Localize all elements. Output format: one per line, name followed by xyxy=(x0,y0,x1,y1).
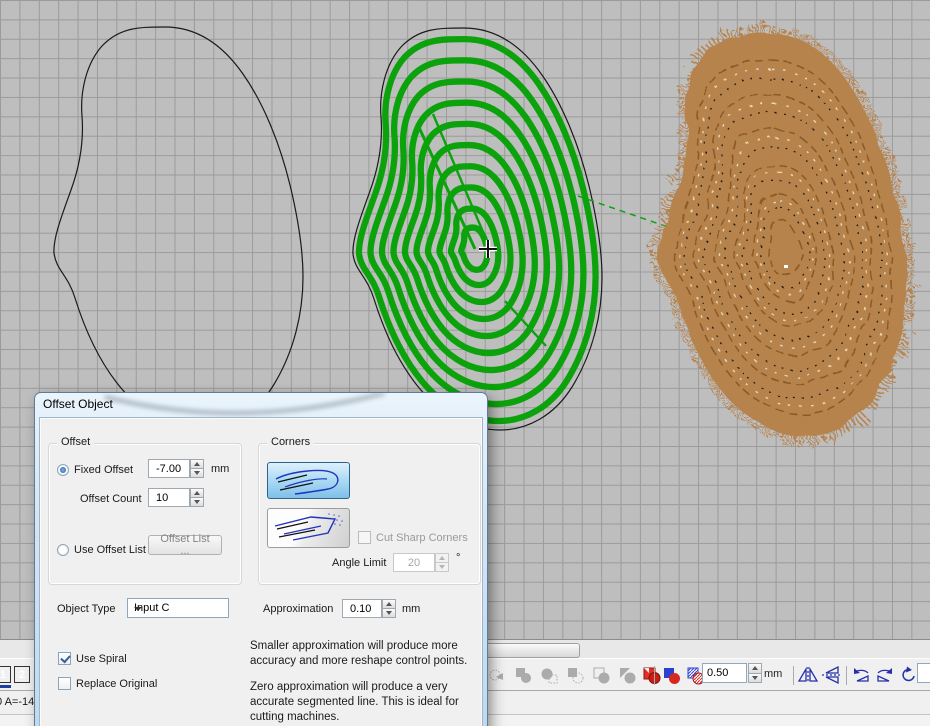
palette-swatch-2[interactable]: 2 xyxy=(14,666,30,683)
use-offset-list-radio[interactable] xyxy=(57,544,69,556)
fixed-offset-spinner[interactable] xyxy=(190,459,204,478)
object-type-combobox[interactable]: Input C xyxy=(127,598,229,618)
rotate-angle-input[interactable] xyxy=(917,663,930,683)
sharp-corner-icon xyxy=(271,511,347,545)
rounded-corner-button[interactable] xyxy=(267,462,350,499)
weld-disabled-icon[interactable] xyxy=(512,663,534,687)
cut-sharp-corners-label: Cut Sharp Corners xyxy=(376,532,468,544)
rotate-right-icon[interactable] xyxy=(874,663,896,687)
palette-swatch-1[interactable]: 1 xyxy=(0,666,11,683)
angle-limit-input[interactable] xyxy=(393,553,435,572)
stitch-width-spinner[interactable] xyxy=(748,663,762,683)
replace-original-label: Replace Original xyxy=(76,678,157,690)
offset-group-label: Offset xyxy=(57,436,94,448)
fixed-offset-radio[interactable] xyxy=(57,464,69,476)
merge-disabled-icon[interactable] xyxy=(486,663,508,687)
offset-count-spinner[interactable] xyxy=(190,488,204,507)
status-coordinates-text: 0 A=-14 xyxy=(0,696,34,708)
fixed-offset-unit: mm xyxy=(211,463,229,475)
mirror-vertical-icon[interactable] xyxy=(820,663,842,687)
remove-overlap-icon[interactable] xyxy=(640,663,662,687)
offset-count-label: Offset Count xyxy=(80,493,142,505)
dialog-client-area: Offset Fixed Offset mm Offset Count Use … xyxy=(39,417,483,726)
shape-ghost-through-glass xyxy=(75,393,405,417)
overlap-shapes-icon[interactable] xyxy=(660,663,682,687)
stitch-width-input[interactable] xyxy=(702,663,747,683)
divide-disabled-icon[interactable] xyxy=(616,663,638,687)
source-outline-shape[interactable] xyxy=(54,27,303,429)
stitch-width-unit: mm xyxy=(764,668,782,680)
object-type-label: Object Type xyxy=(57,603,116,615)
approximation-help-text: Smaller approximation will produce more … xyxy=(250,639,472,726)
use-offset-list-label: Use Offset List xyxy=(74,544,146,556)
trim-disabled-icon[interactable] xyxy=(538,663,560,687)
approximation-label: Approximation xyxy=(263,603,333,615)
stitched-result-shape[interactable] xyxy=(658,34,907,436)
angle-limit-label: Angle Limit xyxy=(332,557,386,569)
sharp-corner-button[interactable] xyxy=(267,508,350,548)
toolbar-separator xyxy=(846,666,847,685)
use-spiral-checkbox[interactable] xyxy=(58,652,71,665)
toolbar-separator xyxy=(654,666,655,685)
dialog-titlebar[interactable]: Offset Object xyxy=(35,393,487,417)
angle-limit-unit: ° xyxy=(456,552,460,564)
chevron-down-icon xyxy=(134,607,142,611)
intersect-disabled-icon[interactable] xyxy=(564,663,586,687)
help-paragraph-1: Smaller approximation will produce more … xyxy=(250,639,472,669)
rotate-left-icon[interactable] xyxy=(850,663,872,687)
approximation-input[interactable] xyxy=(342,599,382,618)
offset-object-dialog: Offset Object Offset Fixed Offset mm Off… xyxy=(35,393,487,726)
active-swatch-underline xyxy=(0,685,11,688)
approximation-spinner[interactable] xyxy=(382,599,396,618)
help-paragraph-2: Zero approximation will produce a very a… xyxy=(250,680,472,725)
fixed-offset-label: Fixed Offset xyxy=(74,464,133,476)
offset-spiral-shape[interactable] xyxy=(353,28,602,430)
exclude-disabled-icon[interactable] xyxy=(590,663,612,687)
cut-sharp-corners-checkbox[interactable] xyxy=(358,531,371,544)
rounded-corner-icon xyxy=(271,465,347,497)
dialog-title: Offset Object xyxy=(43,397,113,411)
offset-count-input[interactable] xyxy=(148,488,190,507)
approximation-unit: mm xyxy=(402,603,420,615)
fixed-offset-input[interactable] xyxy=(148,459,190,478)
application-window: 1 2 xyxy=(0,0,930,726)
corners-group-label: Corners xyxy=(267,436,314,448)
toolbar-separator xyxy=(793,666,794,685)
offset-list-button[interactable]: Offset List ... xyxy=(148,535,222,555)
angle-limit-spinner[interactable] xyxy=(435,553,449,572)
mirror-horizontal-icon[interactable] xyxy=(797,663,819,687)
replace-original-checkbox[interactable] xyxy=(58,677,71,690)
use-spiral-label: Use Spiral xyxy=(76,653,127,665)
